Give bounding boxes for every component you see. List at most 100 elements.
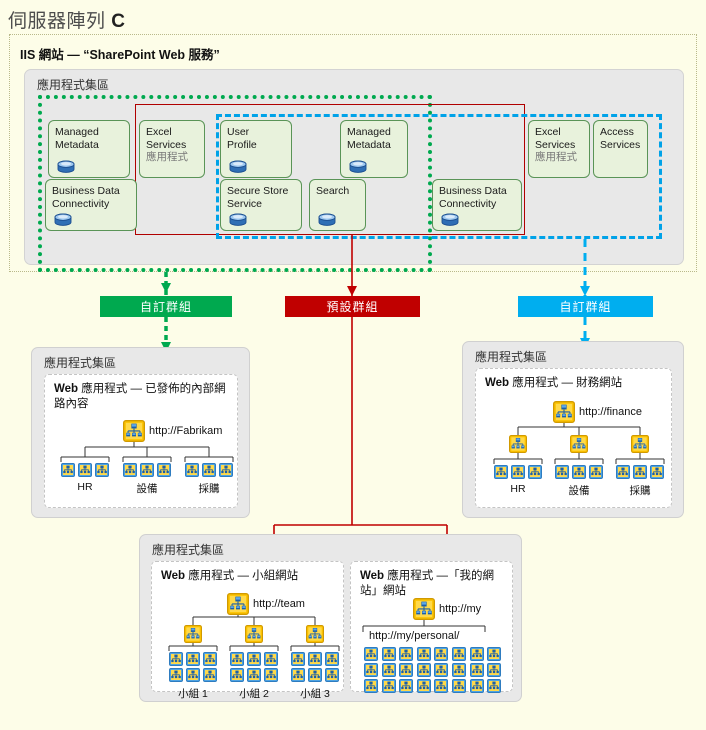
personal-site-icon[interactable]	[381, 679, 396, 698]
service-name-line: Services	[146, 138, 187, 151]
leaf-site-icon[interactable]	[202, 463, 216, 482]
leaf-group-label: 小組 3	[300, 688, 330, 700]
database-icon	[440, 213, 459, 226]
leaf-site-icon[interactable]	[291, 668, 305, 687]
leaf-site-icon[interactable]	[95, 463, 109, 482]
database-icon	[228, 160, 247, 173]
mid-site-icon[interactable]	[245, 625, 263, 648]
service-box-managed-metadata-2[interactable]: Managed Metadata	[340, 120, 408, 178]
leaf-site-icon[interactable]	[633, 465, 647, 484]
service-name-line: Secure Store	[227, 185, 289, 197]
leaf-site-icon[interactable]	[186, 668, 200, 687]
personal-site-icon[interactable]	[364, 679, 378, 698]
root-site-icon[interactable]	[123, 420, 145, 447]
leaf-group-label: 採購	[629, 485, 651, 497]
leaf-site-icon[interactable]	[528, 465, 542, 484]
leaf-site-icon[interactable]	[123, 463, 137, 482]
root-site-url: http://finance	[579, 406, 642, 418]
personal-site-icon[interactable]	[487, 679, 502, 698]
service-name-line: User	[227, 126, 250, 138]
leaf-site-icon[interactable]	[555, 465, 569, 484]
app-pool-team-and-my: 應用程式集區 Web 應用程式 — 小組網站 http://team 小組 1 小組…	[139, 534, 522, 702]
mid-site-icon[interactable]	[184, 625, 202, 648]
service-name-line: Services	[535, 138, 576, 151]
mid-site-icon[interactable]	[306, 625, 324, 648]
leaf-group-label: 採購	[198, 483, 220, 495]
group-bar-default-red[interactable]: 預設群組	[285, 296, 420, 317]
root-site-icon[interactable]	[227, 593, 249, 620]
group-bar-label: 自訂群組	[139, 300, 192, 314]
page-title-text: 伺服器陣列	[8, 11, 112, 32]
service-box-excel-services-2[interactable]: Excel Services 應用程式	[528, 120, 590, 178]
personal-site-url: http://my/personal/	[369, 630, 460, 642]
service-name-line: Connectivity	[439, 197, 497, 210]
leaf-group-label: 設備	[568, 485, 590, 497]
leaf-site-icon[interactable]	[140, 463, 154, 482]
database-icon	[56, 160, 75, 173]
leaf-site-icon[interactable]	[169, 668, 183, 687]
web-application-my-site: Web 應用程式 —「我的網站」網站 http://my http://my/pe…	[350, 561, 513, 693]
root-site-icon[interactable]	[413, 598, 435, 625]
service-box-user-profile[interactable]: User Profile	[220, 120, 292, 178]
mid-site-icon[interactable]	[570, 435, 588, 458]
service-box-business-data-connectivity[interactable]: Business Data Connectivity	[45, 179, 137, 231]
leaf-group-label: 設備	[136, 483, 158, 495]
web-application-team: Web 應用程式 — 小組網站 http://team 小組 1 小組 2 小組 3	[151, 561, 344, 700]
service-box-search[interactable]: Search	[309, 179, 366, 231]
personal-site-icon[interactable]	[416, 679, 431, 698]
leaf-site-icon[interactable]	[230, 668, 244, 687]
service-name-line: Excel	[535, 126, 561, 138]
leaf-group-label: HR	[77, 481, 93, 493]
service-subtitle: 應用程式	[535, 151, 577, 163]
mid-site-icon[interactable]	[631, 435, 649, 458]
leaf-site-icon[interactable]	[589, 465, 603, 484]
root-site-icon[interactable]	[553, 401, 575, 428]
leaf-site-icon[interactable]	[650, 465, 664, 484]
personal-site-icon[interactable]	[452, 679, 466, 698]
leaf-site-icon[interactable]	[494, 465, 508, 484]
group-bar-label: 自訂群組	[559, 300, 612, 314]
farm-app-pool-label: 應用程式集區	[37, 78, 110, 92]
app-pool-label: 應用程式集區	[44, 356, 117, 370]
leaf-site-icon[interactable]	[78, 463, 92, 482]
group-bar-custom-green[interactable]: 自訂群組	[100, 296, 232, 317]
group-bar-custom-blue[interactable]: 自訂群組	[518, 296, 653, 317]
web-application-intranet: Web 應用程式 — 已發佈的內部網路內容 http://Fabrikam HR 設…	[44, 374, 238, 508]
leaf-site-icon[interactable]	[185, 463, 199, 482]
iis-site-title: IIS 網站 — “SharePoint Web 服務”	[20, 48, 220, 62]
app-pool-finance: 應用程式集區 Web 應用程式 — 財務網站 http://finance HR 設…	[462, 341, 684, 518]
leaf-site-icon[interactable]	[511, 465, 525, 484]
leaf-site-icon[interactable]	[61, 463, 75, 482]
leaf-site-icon[interactable]	[203, 668, 217, 687]
leaf-site-icon[interactable]	[616, 465, 630, 484]
app-pool-label: 應用程式集區	[475, 350, 548, 364]
app-pool-label: 應用程式集區	[152, 543, 225, 557]
service-box-managed-metadata[interactable]: Managed Metadata	[48, 120, 130, 178]
mid-site-icon[interactable]	[509, 435, 527, 458]
service-subtitle: 應用程式	[146, 151, 188, 163]
service-name-line: Metadata	[55, 138, 99, 151]
group-bar-label: 預設群組	[326, 300, 379, 314]
leaf-site-icon[interactable]	[247, 668, 261, 687]
service-box-business-data-connectivity-2[interactable]: Business Data Connectivity	[432, 179, 522, 231]
service-box-secure-store-service[interactable]: Secure Store Service	[220, 179, 302, 231]
service-name-line: Excel	[146, 126, 172, 138]
leaf-site-icon[interactable]	[308, 668, 322, 687]
page-title: 伺服器陣列 C	[8, 6, 126, 33]
personal-site-icon[interactable]	[399, 679, 414, 698]
service-name-line: Profile	[227, 138, 257, 151]
service-name-line: Services	[600, 138, 641, 151]
leaf-site-icon[interactable]	[325, 668, 339, 687]
service-box-excel-services[interactable]: Excel Services 應用程式	[139, 120, 205, 178]
root-site-url: http://team	[253, 598, 305, 610]
personal-site-icon[interactable]	[434, 679, 449, 698]
leaf-site-icon[interactable]	[157, 463, 171, 482]
service-name-line: Search	[316, 185, 350, 197]
personal-site-icon[interactable]	[469, 679, 484, 698]
root-site-url: http://Fabrikam	[149, 425, 223, 437]
service-name-line: Managed	[55, 126, 99, 138]
leaf-site-icon[interactable]	[219, 463, 233, 482]
leaf-site-icon[interactable]	[264, 668, 278, 687]
service-box-access-services[interactable]: Access Services	[593, 120, 648, 178]
leaf-site-icon[interactable]	[572, 465, 586, 484]
